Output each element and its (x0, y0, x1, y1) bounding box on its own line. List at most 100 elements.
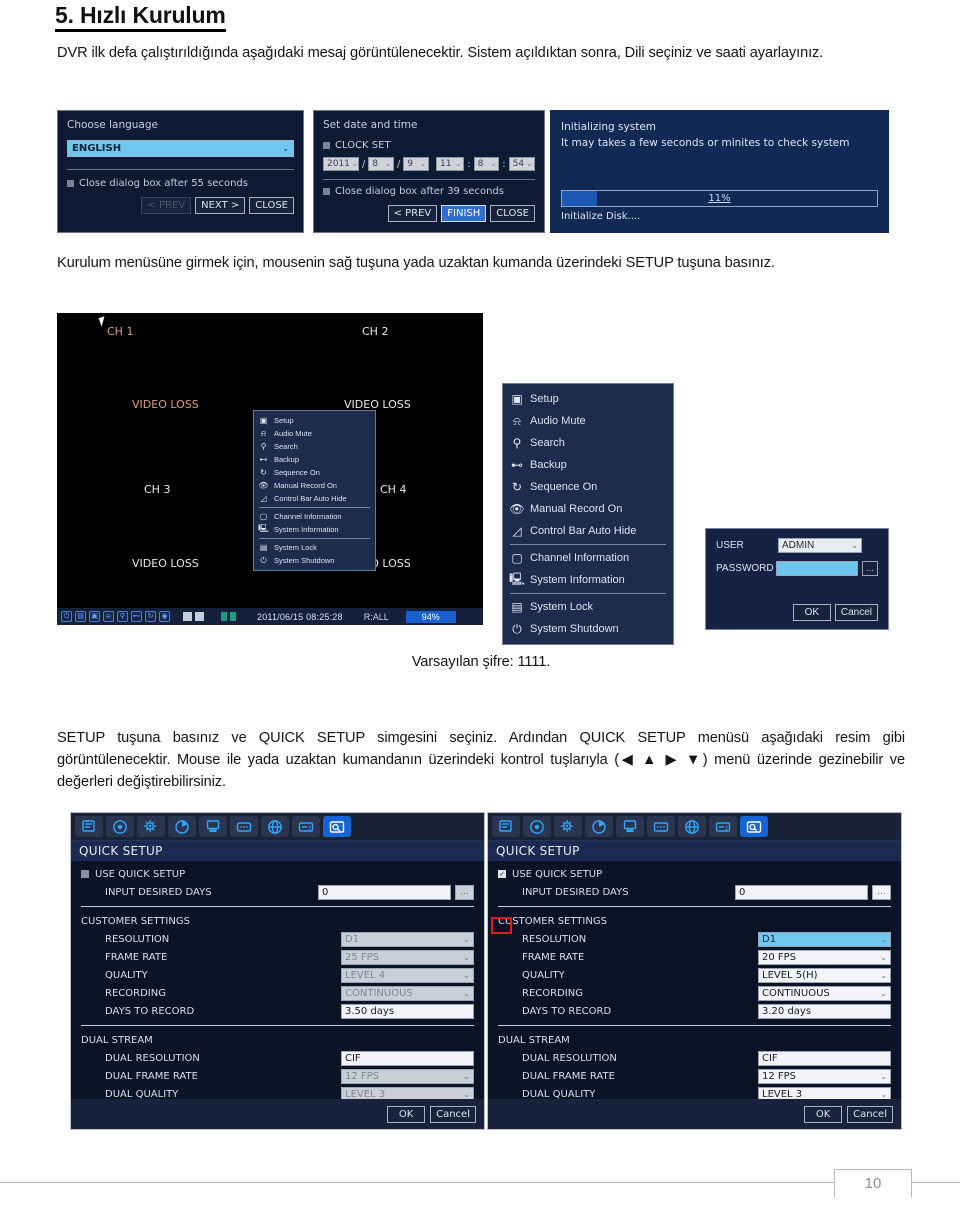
recording-value[interactable]: CONTINUOUS ⌄ (341, 985, 474, 1001)
checkbox-icon[interactable] (81, 870, 89, 878)
gear-icon[interactable] (554, 816, 582, 837)
menu-item-backup[interactable]: ⊷ Backup (259, 453, 370, 466)
menu-item-manual-record-on[interactable]: 👁 Manual Record On (509, 498, 666, 520)
month-field[interactable]: 8 ⌄ (368, 157, 394, 171)
menu-item-search[interactable]: ⚲ Search (259, 440, 370, 453)
user-select[interactable]: ADMIN ⌄ (778, 538, 862, 553)
dual-resolution[interactable]: DUAL RESOLUTION CIF (81, 1049, 474, 1067)
menu-item-backup[interactable]: ⊷ Backup (510, 454, 666, 476)
next-button[interactable]: NEXT > (195, 197, 246, 214)
resolution[interactable]: RESOLUTION D1 ⌄ (498, 930, 891, 948)
frame-rate[interactable]: FRAME RATE 25 FPS ⌄ (81, 948, 474, 966)
keypad-icon[interactable] (230, 816, 258, 837)
input-desired-days[interactable]: INPUT DESIRED DAYS 0... (81, 883, 474, 901)
disk-icon[interactable] (106, 816, 134, 837)
checkbox-icon[interactable]: ✓ (498, 870, 506, 878)
dual-frame-rate[interactable]: DUAL FRAME RATE 12 FPS ⌄ (81, 1067, 474, 1085)
menu-item-audio-mute[interactable]: ⍾ Audio Mute (259, 427, 370, 440)
quality-value[interactable]: LEVEL 5(H) ⌄ (758, 967, 891, 983)
menu-item-search[interactable]: ⚲ Search (510, 432, 666, 454)
input-desired-days[interactable]: INPUT DESIRED DAYS 0... (498, 883, 891, 901)
days-to-record-value[interactable]: 3.50 days (341, 1003, 474, 1019)
recording-value[interactable]: CONTINUOUS ⌄ (758, 985, 891, 1001)
network-icon[interactable] (261, 816, 289, 837)
cancel-button[interactable]: Cancel (847, 1105, 893, 1123)
cancel-button[interactable]: Cancel (834, 604, 878, 621)
quality[interactable]: QUALITY LEVEL 4 ⌄ (81, 966, 474, 984)
power-icon[interactable]: ⏻ (61, 611, 72, 622)
setup-icon[interactable]: ▣ (89, 611, 100, 622)
menu-item-system-shutdown[interactable]: ⏻ System Shutdown (259, 554, 370, 567)
ok-button[interactable]: OK (792, 604, 831, 621)
screen-icon[interactable]: ▤ (75, 611, 86, 622)
year-field[interactable]: 2011 ⌄ (323, 157, 359, 171)
input-desired-days-value[interactable]: 0 (735, 884, 868, 900)
menu-item-sequence-on[interactable]: ↻ Sequence On (510, 476, 666, 498)
network-icon[interactable] (678, 816, 706, 837)
backup-icon[interactable]: ⊷ (131, 611, 142, 622)
menu-item-system-information[interactable]: 🖳 System Information (509, 569, 666, 591)
dual-resolution-value[interactable]: CIF (341, 1050, 474, 1066)
password-input[interactable] (776, 561, 859, 576)
record-icon[interactable]: ◉ (159, 611, 170, 622)
clock-set-row[interactable]: CLOCK SET (323, 140, 535, 151)
dual-resolution-value[interactable]: CIF (758, 1050, 891, 1066)
keypad-icon[interactable] (647, 816, 675, 837)
recording[interactable]: RECORDING CONTINUOUS ⌄ (498, 984, 891, 1002)
dual-frame-rate-value[interactable]: 12 FPS ⌄ (758, 1068, 891, 1084)
ok-button[interactable]: OK (387, 1105, 426, 1123)
prev-button[interactable]: < PREV (141, 197, 192, 214)
menu-item-setup[interactable]: ▣ Setup (510, 388, 666, 410)
close-button[interactable]: CLOSE (490, 205, 535, 222)
use-quick-setup[interactable]: ✓ USE QUICK SETUP (498, 865, 891, 883)
gear-icon[interactable] (137, 816, 165, 837)
checkbox-icon[interactable] (67, 180, 74, 187)
quick-setup-icon[interactable] (323, 816, 351, 837)
pie-chart-icon[interactable] (585, 816, 613, 837)
menu-item-system-information[interactable]: 🖳 System Information (258, 523, 370, 536)
prev-button[interactable]: < PREV (387, 205, 438, 222)
language-select[interactable]: ENGLISH ⌄ (67, 140, 294, 157)
use-quick-setup[interactable]: USE QUICK SETUP (81, 865, 474, 883)
resolution[interactable]: RESOLUTION D1 ⌄ (81, 930, 474, 948)
input-desired-days-more-button[interactable]: ... (455, 884, 474, 900)
menu-item-channel-information[interactable]: ▢ Channel Information (259, 510, 370, 523)
second-field[interactable]: 54 ⌄ (508, 157, 535, 171)
quality-value[interactable]: LEVEL 4 ⌄ (341, 967, 474, 983)
close-button[interactable]: CLOSE (249, 197, 294, 214)
checkbox-icon[interactable] (323, 188, 330, 195)
cancel-button[interactable]: Cancel (430, 1105, 476, 1123)
dual-frame-rate-value[interactable]: 12 FPS ⌄ (341, 1068, 474, 1084)
input-desired-days-more-button[interactable]: ... (872, 884, 891, 900)
frame-rate[interactable]: FRAME RATE 20 FPS ⌄ (498, 948, 891, 966)
menu-item-system-shutdown[interactable]: ⏻ System Shutdown (510, 618, 666, 640)
input-desired-days-value[interactable]: 0 (318, 884, 451, 900)
menu-item-sequence-on[interactable]: ↻ Sequence On (259, 466, 370, 479)
record-setup-icon[interactable] (492, 816, 520, 837)
layout-quad-icon[interactable] (195, 612, 204, 621)
menu-item-setup[interactable]: ▣ Setup (259, 414, 370, 427)
layout-single-icon[interactable] (183, 612, 192, 621)
search-icon[interactable]: ⚲ (117, 611, 128, 622)
recording[interactable]: RECORDING CONTINUOUS ⌄ (81, 984, 474, 1002)
hour-field[interactable]: 11 ⌄ (436, 157, 465, 171)
dual-resolution[interactable]: DUAL RESOLUTION CIF (498, 1049, 891, 1067)
auto-close-row[interactable]: Close dialog box after 39 seconds (323, 186, 535, 197)
context-menu-small[interactable]: ▣ Setup ⍾ Audio Mute ⚲ Search ⊷ Backup ↻ Sequence… (253, 410, 376, 571)
days-to-record-value[interactable]: 3.20 days (758, 1003, 891, 1019)
ok-button[interactable]: OK (804, 1105, 843, 1123)
pie-chart-icon[interactable] (168, 816, 196, 837)
microphone-icon[interactable]: ⍾ (103, 611, 114, 622)
frame-rate-value[interactable]: 25 FPS ⌄ (341, 949, 474, 965)
minute-field[interactable]: 8 ⌄ (473, 157, 500, 171)
record-setup-icon[interactable] (75, 816, 103, 837)
menu-item-manual-record-on[interactable]: 👁 Manual Record On (258, 479, 370, 492)
display-icon[interactable] (199, 816, 227, 837)
checkbox-icon[interactable] (323, 142, 330, 149)
card-icon[interactable]: z (292, 816, 320, 837)
quick-setup-icon[interactable] (740, 816, 768, 837)
context-menu-large[interactable]: ▣ Setup ⍾ Audio Mute ⚲ Search ⊷ Backup ↻ Sequence… (502, 383, 674, 645)
resolution-value[interactable]: D1 ⌄ (341, 931, 474, 947)
dual-frame-rate[interactable]: DUAL FRAME RATE 12 FPS ⌄ (498, 1067, 891, 1085)
quality[interactable]: QUALITY LEVEL 5(H) ⌄ (498, 966, 891, 984)
